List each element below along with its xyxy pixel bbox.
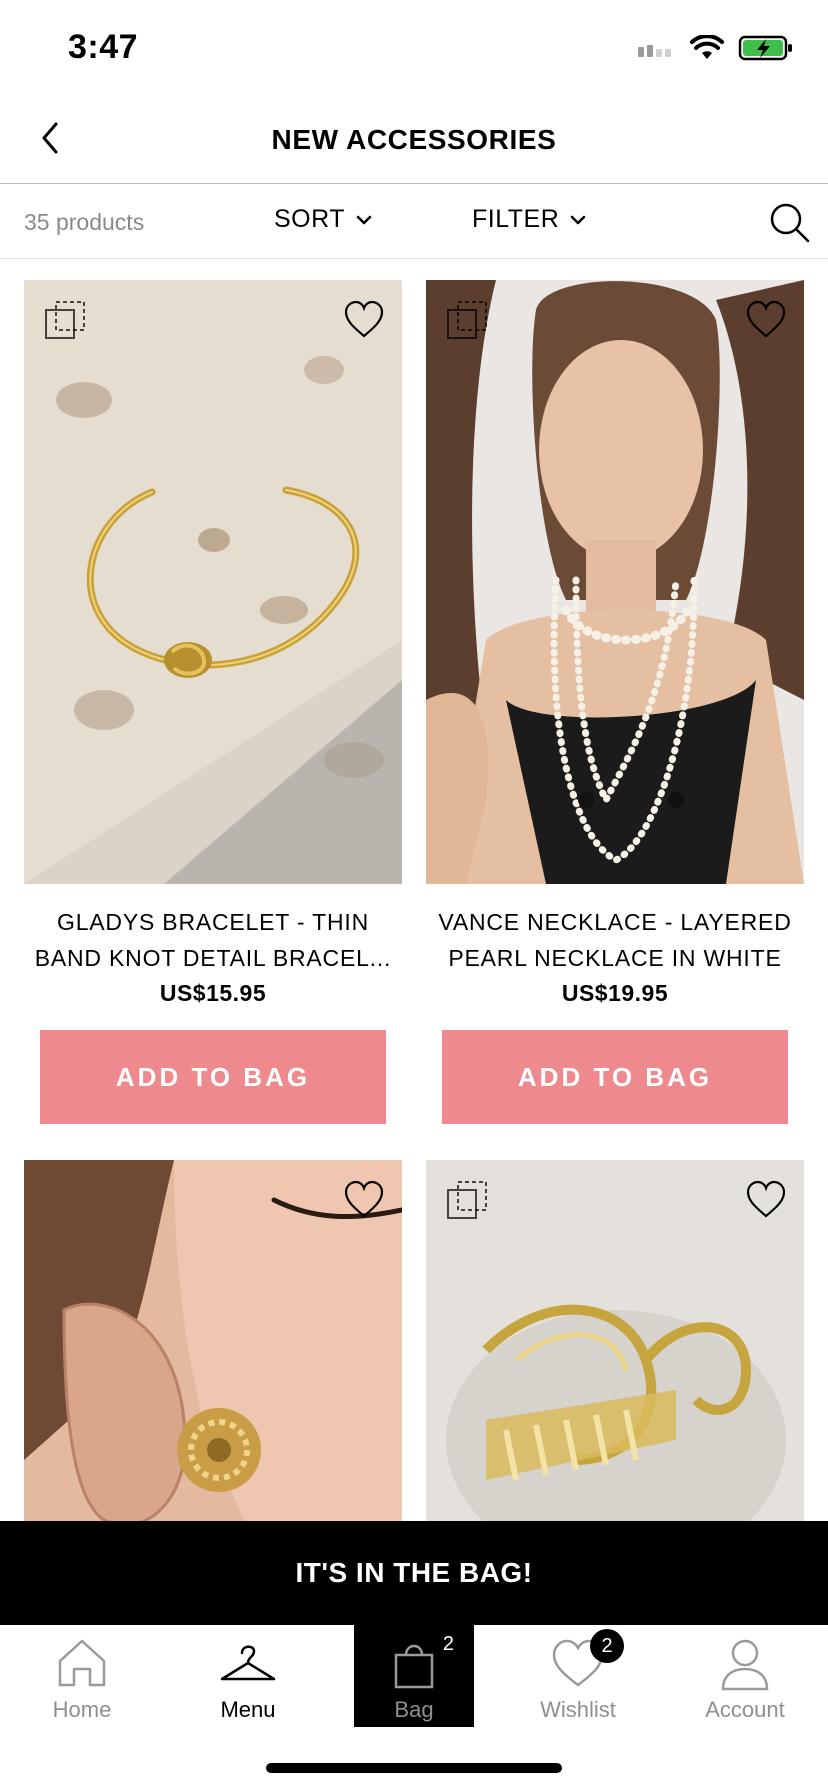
wishlist-toggle-button[interactable] — [342, 1178, 386, 1222]
bracelet-photo — [24, 280, 402, 884]
user-icon — [715, 1635, 775, 1691]
quick-view-button[interactable] — [444, 1178, 490, 1224]
add-to-bag-button[interactable]: ADD TO BAG — [40, 1030, 386, 1124]
home-indicator — [266, 1763, 562, 1773]
chevron-down-icon — [356, 215, 372, 224]
sort-button[interactable]: SORT — [274, 205, 373, 234]
product-image-earring[interactable] — [24, 1160, 402, 1521]
quick-view-button[interactable] — [444, 298, 490, 344]
product-name[interactable]: GLADYS BRACELET - THIN BAND KNOT DETAIL … — [24, 904, 402, 976]
wishlist-count-badge: 2 — [590, 1629, 624, 1663]
heart-outline-icon — [344, 300, 384, 338]
bag-count-badge: 2 — [442, 1633, 454, 1655]
add-to-bag-button[interactable]: ADD TO BAG — [442, 1030, 788, 1124]
wishlist-toggle-button[interactable] — [342, 298, 386, 342]
nav-account-label: Account — [705, 1697, 785, 1722]
status-time: 3:47 — [68, 28, 139, 66]
header: NEW ACCESSORIES — [0, 100, 828, 184]
page-title: NEW ACCESSORIES — [271, 124, 557, 155]
sort-label: SORT — [274, 205, 345, 233]
quick-view-button[interactable] — [42, 298, 88, 344]
nav-wishlist-label: Wishlist — [540, 1697, 616, 1722]
wifi-icon — [690, 35, 724, 59]
nav-menu-label: Menu — [220, 1697, 276, 1722]
toolbar: 35 products SORT FILTER — [0, 185, 828, 259]
nav-wishlist[interactable]: 2 Wishlist — [518, 1625, 638, 1727]
product-image-bracelet[interactable] — [24, 280, 402, 884]
shopping-bag-icon: 2 — [384, 1633, 454, 1691]
quick-view-icon — [447, 1181, 487, 1219]
bag-confirmation-banner[interactable]: IT'S IN THE BAG! — [0, 1521, 828, 1625]
product-name[interactable]: VANCE NECKLACE - LAYERED PEARL NECKLACE … — [426, 904, 804, 976]
hanger-icon — [218, 1635, 278, 1691]
product-card[interactable]: VANCE NECKLACE - LAYERED PEARL NECKLACE … — [426, 280, 804, 1124]
search-button[interactable] — [768, 201, 812, 245]
product-count: 35 products — [24, 209, 145, 235]
nav-menu[interactable]: Menu — [188, 1625, 308, 1727]
filter-button[interactable]: FILTER — [472, 205, 587, 234]
necklace-photo — [426, 280, 804, 884]
nav-bag[interactable]: 2 Bag — [354, 1625, 474, 1727]
product-price: US$15.95 — [159, 980, 267, 1006]
home-icon — [52, 1635, 112, 1691]
product-price: US$19.95 — [561, 980, 669, 1006]
cellular-signal-icon — [638, 45, 671, 57]
heart-outline-icon — [746, 300, 786, 338]
product-image-hair-clip[interactable] — [426, 1160, 804, 1521]
chevron-down-icon — [571, 215, 586, 224]
nav-bag-label: Bag — [394, 1697, 434, 1722]
filter-label: FILTER — [472, 205, 560, 233]
quick-view-icon — [45, 301, 85, 339]
heart-icon: 2 — [548, 1629, 624, 1691]
nav-home-label: Home — [52, 1697, 112, 1722]
battery-charging-icon — [738, 35, 792, 61]
quick-view-icon — [447, 301, 487, 339]
product-card[interactable]: GLADYS BRACELET - THIN BAND KNOT DETAIL … — [24, 280, 402, 1124]
status-icons — [636, 34, 794, 62]
nav-home[interactable]: Home — [22, 1625, 142, 1727]
product-image-necklace[interactable] — [426, 280, 804, 884]
wishlist-toggle-button[interactable] — [744, 1178, 788, 1222]
heart-outline-icon — [344, 1180, 384, 1218]
nav-account[interactable]: Account — [685, 1625, 805, 1727]
wishlist-toggle-button[interactable] — [744, 298, 788, 342]
product-card[interactable] — [426, 1160, 804, 1521]
heart-outline-icon — [746, 1180, 786, 1218]
search-icon — [770, 203, 810, 243]
status-bar: 3:47 — [0, 0, 828, 100]
product-card[interactable] — [24, 1160, 402, 1521]
